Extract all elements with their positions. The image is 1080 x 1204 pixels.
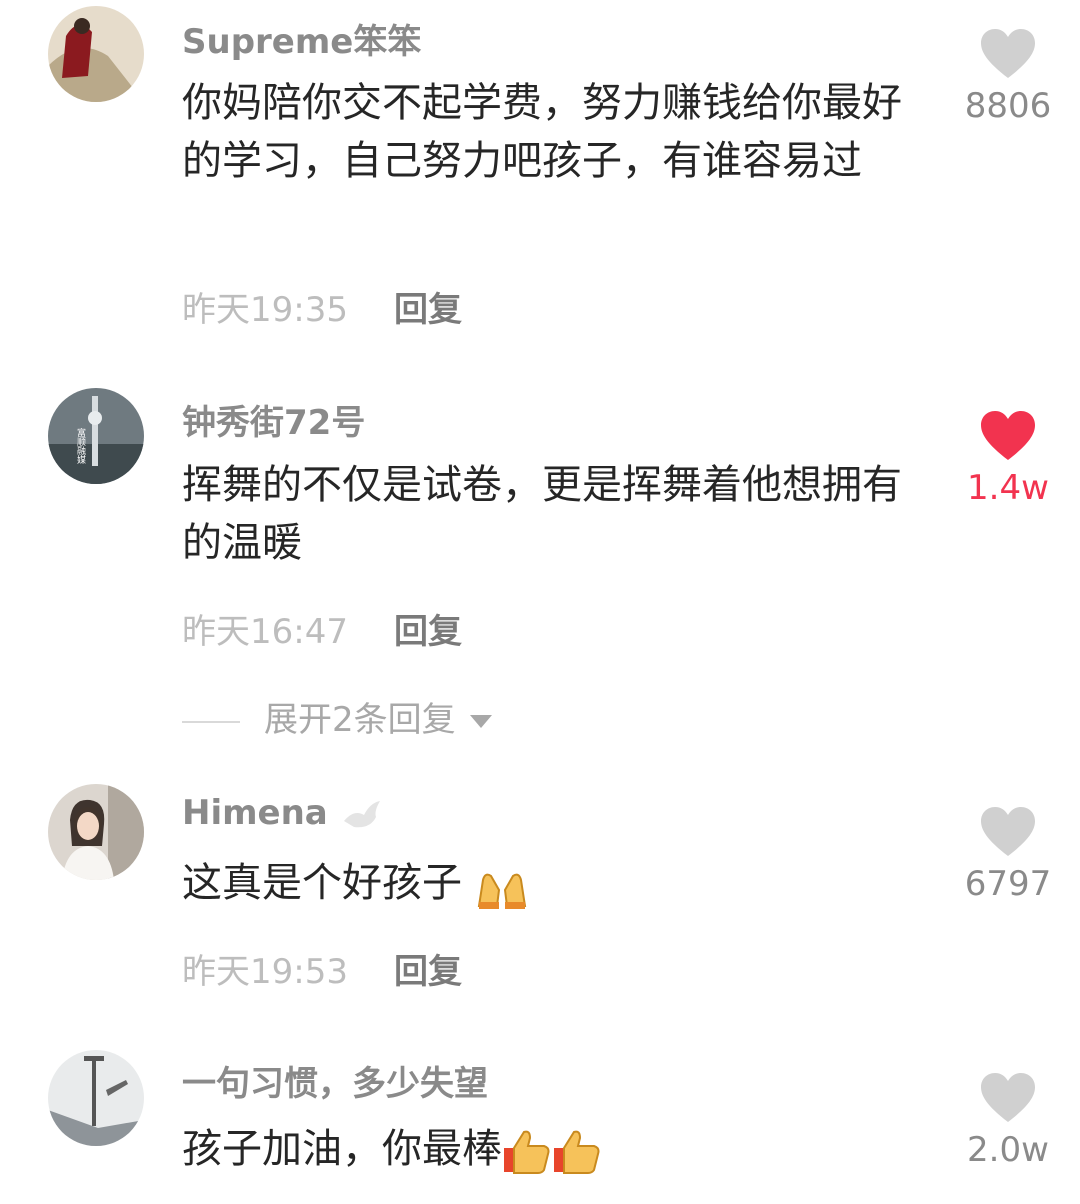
like-button[interactable]: 6797	[960, 806, 1056, 904]
divider-line	[182, 720, 240, 723]
heart-icon	[981, 29, 1035, 78]
comment-meta: 昨天19:35 回复	[182, 282, 462, 331]
raising-hands-emoji	[477, 873, 526, 909]
timestamp: 昨天16:47	[182, 612, 348, 652]
timestamp: 昨天19:53	[182, 952, 348, 992]
thumbs-up-emoji	[554, 1130, 600, 1174]
like-count: 2.0w	[967, 1130, 1049, 1170]
like-button[interactable]: 8806	[960, 28, 1056, 126]
username[interactable]: 一句习惯，多少失望	[182, 1056, 488, 1105]
comment-meta: 昨天16:47 回复	[182, 604, 462, 653]
avatar[interactable]	[48, 6, 144, 102]
comment-text: 你妈陪你交不起学费，努力赚钱给你最好的学习，自己努力吧孩子，有谁容易过	[182, 80, 902, 184]
reply-button[interactable]: 回复	[394, 290, 462, 330]
avatar[interactable]	[48, 1050, 144, 1146]
avatar[interactable]	[48, 784, 144, 880]
expand-replies-button[interactable]: 展开2条回复	[182, 692, 492, 741]
heart-icon	[981, 807, 1035, 856]
comment-meta: 昨天19:53 回复	[182, 944, 462, 993]
username[interactable]: 钟秀街72号	[182, 395, 365, 444]
expand-replies-label: 展开2条回复	[264, 700, 456, 740]
avatar-label: 富顺融媒	[75, 428, 85, 464]
heart-icon	[981, 411, 1035, 460]
comment-text: 孩子加油，你最棒	[182, 1120, 912, 1178]
caret-down-icon	[469, 715, 492, 728]
avatar-image	[48, 1050, 144, 1146]
heart-icon	[981, 1073, 1035, 1122]
avatar-image	[48, 6, 144, 102]
comment-text: 挥舞的不仅是试卷，更是挥舞着他想拥有的温暖	[182, 462, 902, 566]
timestamp: 昨天19:35	[182, 290, 348, 330]
avatar[interactable]: 富顺融媒	[48, 388, 144, 484]
like-button[interactable]: 2.0w	[960, 1072, 1056, 1170]
username[interactable]: Himena	[182, 793, 384, 835]
avatar-image	[48, 784, 144, 880]
username[interactable]: Supreme笨笨	[182, 14, 421, 63]
comment-text-label: 孩子加油，你最棒	[182, 1126, 502, 1172]
like-count: 8806	[964, 86, 1052, 126]
username-label: Himena	[182, 793, 328, 833]
reply-button[interactable]: 回复	[394, 952, 462, 992]
reply-button[interactable]: 回复	[394, 612, 462, 652]
avatar-image	[48, 388, 144, 484]
comment-text-label: 这真是个好孩子	[182, 860, 462, 906]
like-count: 6797	[964, 864, 1052, 904]
thumbs-up-emoji	[504, 1130, 550, 1174]
like-count: 1.4w	[967, 468, 1049, 508]
like-button[interactable]: 1.4w	[960, 410, 1056, 508]
comment-text: 这真是个好孩子	[182, 854, 912, 912]
dove-icon	[343, 800, 380, 827]
